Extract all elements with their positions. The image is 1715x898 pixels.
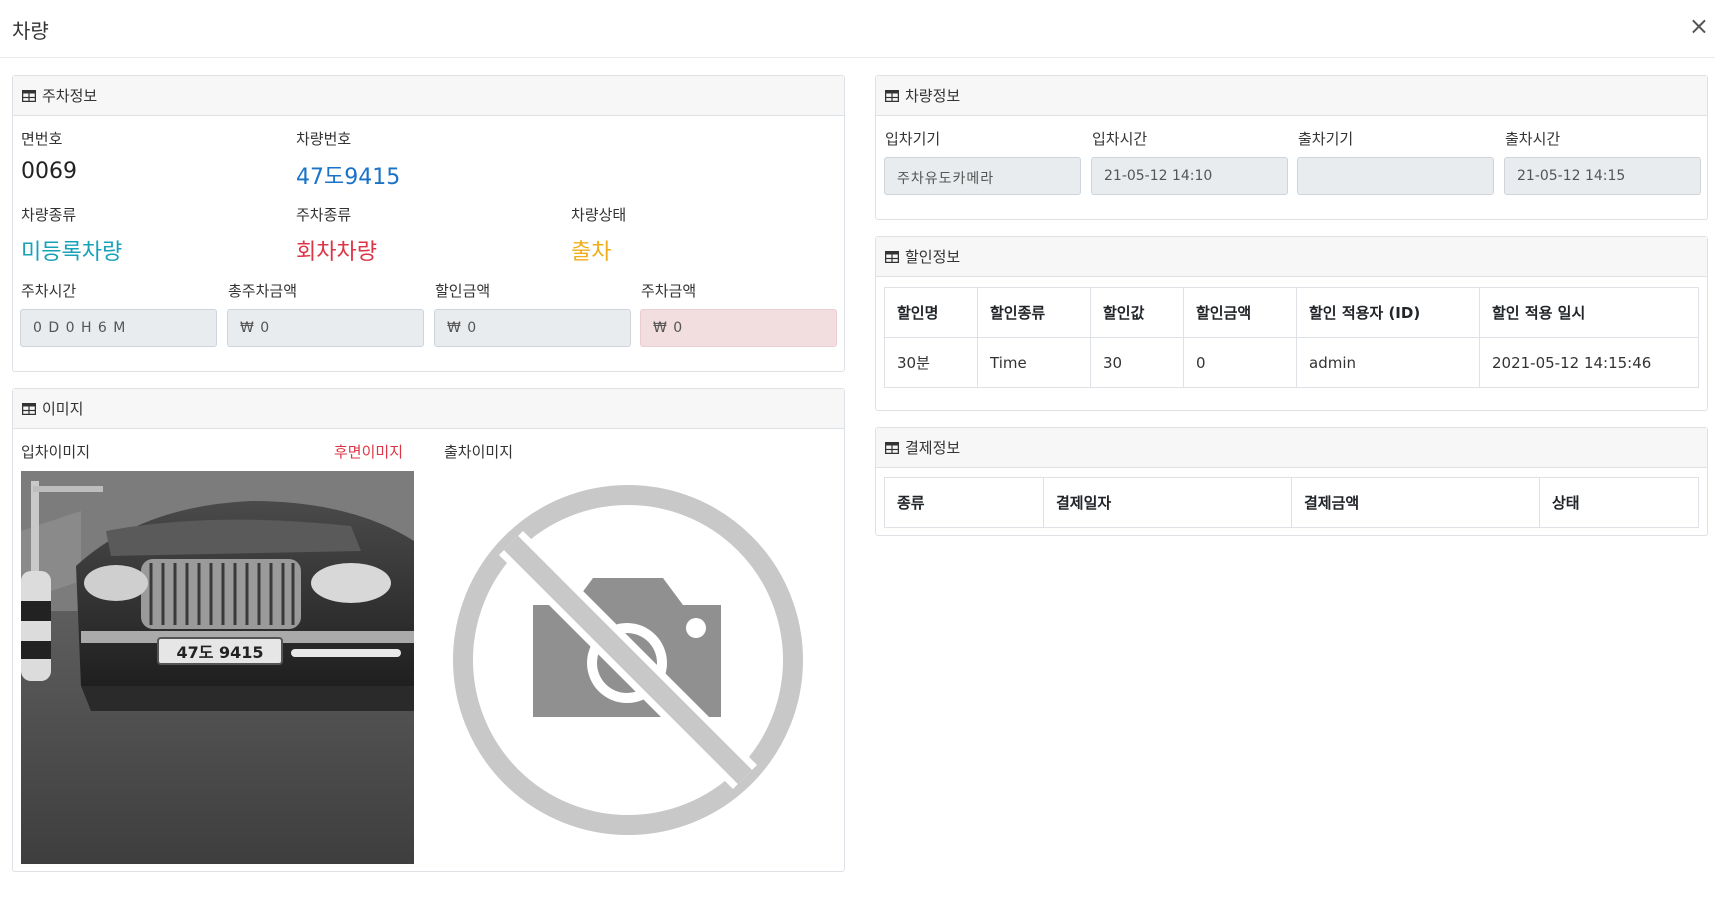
table-icon <box>885 441 899 454</box>
entry-time-label: 입차시간 <box>1092 130 1148 148</box>
column-header: 할인명 <box>884 287 978 338</box>
duration-label: 주차시간 <box>21 282 77 300</box>
fee-field[interactable]: ₩ 0 <box>640 309 837 347</box>
vehicle-info-title: 차량정보 <box>905 87 961 105</box>
column-header: 할인 적용 일시 <box>1479 287 1699 338</box>
discount-info-title: 할인정보 <box>905 248 961 266</box>
modal-header: 차량 × <box>0 0 1715 58</box>
exit-image-label: 출차이미지 <box>444 443 514 461</box>
discount-table: 할인명 할인종류 할인값 할인금액 할인 적용자 (ID) 할인 적용 일시 3… <box>884 287 1699 388</box>
vehicle-type-label: 차량종류 <box>21 206 77 224</box>
plate-value: 47도9415 <box>296 165 401 190</box>
total-fee-field[interactable]: ₩ 0 <box>227 309 424 347</box>
table-cell: 30분 <box>884 337 978 388</box>
image-card: 이미지 입차이미지 후면이미지 출차이미지 47도 9415 <box>12 388 845 872</box>
image-title: 이미지 <box>42 400 84 418</box>
plate-label: 차량번호 <box>296 130 352 148</box>
column-header: 결제일자 <box>1043 477 1292 528</box>
modal-title: 차량 <box>12 19 49 43</box>
parking-info-card: 주차정보 면번호 0069 차량번호 47도9415 차량종류 미등록차량 주차… <box>12 75 845 372</box>
table-cell: admin <box>1296 337 1480 388</box>
space-no-label: 면번호 <box>21 130 63 148</box>
entry-time-field[interactable]: 21-05-12 14:10 <box>1091 157 1288 195</box>
exit-time-field[interactable]: 21-05-12 14:15 <box>1504 157 1701 195</box>
discount-amount-field[interactable]: ₩ 0 <box>434 309 631 347</box>
rear-image-link[interactable]: 후면이미지 <box>334 441 403 462</box>
entry-vehicle-photo[interactable]: 47도 9415 <box>21 471 414 864</box>
column-header: 할인값 <box>1090 287 1184 338</box>
table-icon <box>22 402 36 415</box>
table-icon <box>22 89 36 102</box>
table-cell: 0 <box>1183 337 1297 388</box>
parking-type-value: 회차차량 <box>296 240 377 265</box>
image-header: 이미지 <box>13 389 844 429</box>
column-header: 종류 <box>884 477 1044 528</box>
table-header-row: 할인명 할인종류 할인값 할인금액 할인 적용자 (ID) 할인 적용 일시 <box>884 287 1699 338</box>
exit-device-field[interactable] <box>1297 157 1494 195</box>
exit-device-label: 출차기기 <box>1298 130 1354 148</box>
status-label: 차량상태 <box>571 206 627 224</box>
payment-info-card: 결제정보 종류 결제일자 결제금액 상태 <box>875 427 1708 536</box>
parking-info-title: 주차정보 <box>42 87 98 105</box>
discount-amount-label: 할인금액 <box>435 282 491 300</box>
payment-table: 종류 결제일자 결제금액 상태 <box>884 477 1699 528</box>
column-header: 상태 <box>1539 477 1699 528</box>
table-cell: 30 <box>1090 337 1184 388</box>
entry-device-label: 입차기기 <box>885 130 941 148</box>
table-row[interactable]: 30분 Time 30 0 admin 2021-05-12 14:15:46 <box>884 337 1699 388</box>
payment-info-header: 결제정보 <box>876 428 1707 468</box>
table-cell: 2021-05-12 14:15:46 <box>1479 337 1699 388</box>
close-button[interactable]: × <box>1689 14 1709 38</box>
duration-field[interactable]: 0 D 0 H 6 M <box>20 309 217 347</box>
column-header: 할인종류 <box>977 287 1091 338</box>
parking-type-label: 주차종류 <box>296 206 352 224</box>
vehicle-type-value: 미등록차량 <box>21 240 123 265</box>
table-cell: Time <box>977 337 1091 388</box>
vehicle-info-header: 차량정보 <box>876 76 1707 116</box>
discount-info-header: 할인정보 <box>876 237 1707 277</box>
column-header: 할인 적용자 (ID) <box>1296 287 1480 338</box>
column-header: 할인금액 <box>1183 287 1297 338</box>
status-value: 출차 <box>571 240 612 265</box>
payment-info-title: 결제정보 <box>905 439 961 457</box>
column-header: 결제금액 <box>1291 477 1540 528</box>
total-fee-label: 총주차금액 <box>228 282 298 300</box>
entry-photo-plate-text: 47도 9415 <box>176 643 263 662</box>
discount-info-card: 할인정보 할인명 할인종류 할인값 할인금액 할인 적용자 (ID) 할인 적용… <box>875 236 1708 411</box>
table-header-row: 종류 결제일자 결제금액 상태 <box>884 477 1699 528</box>
table-icon <box>885 250 899 263</box>
space-no-value: 0069 <box>21 159 77 184</box>
fee-label: 주차금액 <box>641 282 697 300</box>
parking-info-header: 주차정보 <box>13 76 844 116</box>
vehicle-info-card: 차량정보 입차기기 주차유도카메라 입차시간 21-05-12 14:10 출차… <box>875 75 1708 220</box>
exit-time-label: 출차시간 <box>1505 130 1561 148</box>
no-image-icon <box>453 485 803 835</box>
table-icon <box>885 89 899 102</box>
entry-device-field[interactable]: 주차유도카메라 <box>884 157 1081 195</box>
entry-image-label: 입차이미지 <box>21 443 91 461</box>
